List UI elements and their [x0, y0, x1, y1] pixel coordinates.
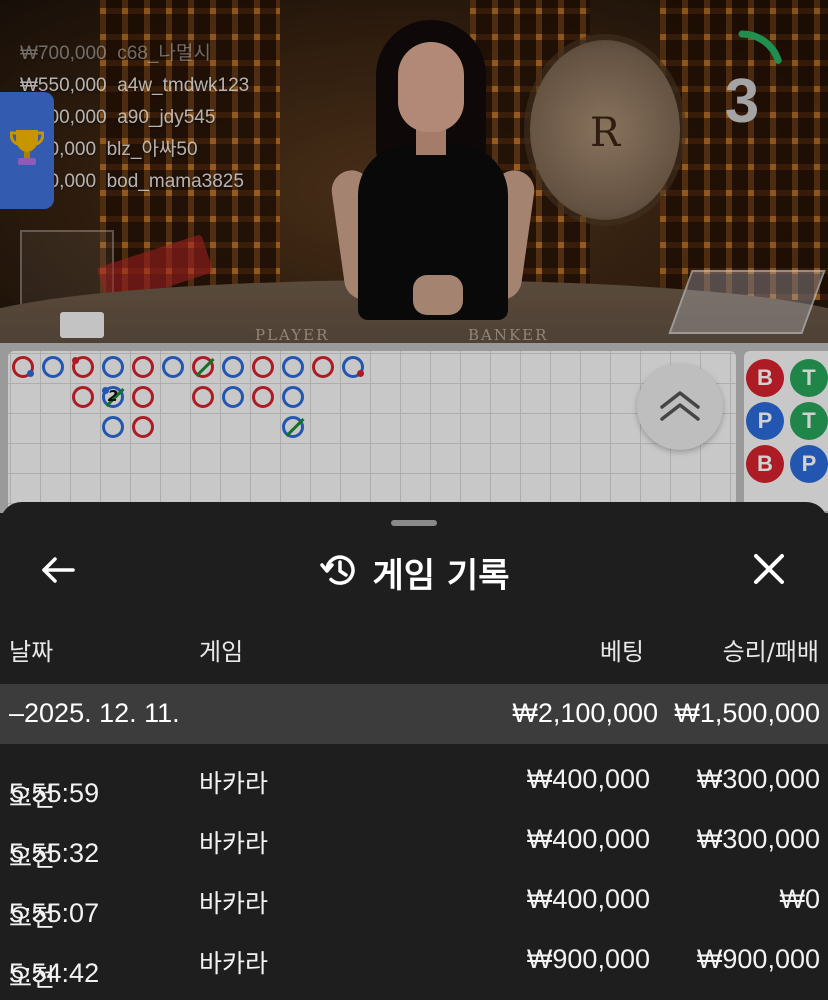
- row-result: ₩300,000: [696, 764, 820, 794]
- bead-chip: T: [790, 359, 828, 397]
- game-history-sheet: 게임 기록 날짜 게임 베팅 승리/패배 –2025. 12. 11. ₩2,1…: [0, 502, 828, 1000]
- banker-marker: [252, 386, 274, 408]
- history-row[interactable]: 오전 5:54:42 바카라 ₩900,000 ₩900,000: [0, 930, 828, 992]
- close-button[interactable]: [746, 548, 792, 594]
- leaderboard-button[interactable]: [0, 92, 54, 209]
- winner-entry: ₩550,000 a4w_tmdwk123: [20, 75, 250, 96]
- roadmap-expand-button[interactable]: [637, 364, 723, 450]
- banker-marker: [132, 356, 154, 378]
- winners-list: ₩700,000 c68_나멀시 ₩550,000 a4w_tmdwk123 ₩…: [20, 38, 249, 198]
- row-game: 바카라: [199, 829, 269, 858]
- casino-emblem: R: [530, 40, 680, 220]
- bead-chip: P: [746, 402, 784, 440]
- dealer: [328, 20, 548, 320]
- banker-marker: [312, 356, 334, 378]
- column-header-result: 승리/패배: [722, 638, 819, 666]
- double-chevron-up-icon: [658, 387, 702, 427]
- row-game: 바카라: [199, 949, 269, 978]
- row-game: 바카라: [199, 769, 269, 798]
- winner-entry: ₩70,000 blz_아싸50: [20, 139, 198, 160]
- player-marker: [222, 386, 244, 408]
- row-game: 바카라: [199, 889, 269, 918]
- row-result: ₩0: [779, 884, 821, 914]
- bead-chip: P: [790, 445, 828, 483]
- row-bet: ₩900,000: [526, 944, 650, 974]
- history-row[interactable]: 오전 5:55:07 바카라 ₩400,000 ₩0: [0, 870, 828, 932]
- countdown-number: 3: [724, 67, 760, 136]
- column-header-game: 게임: [199, 638, 244, 666]
- player-marker: [222, 356, 244, 378]
- countdown-timer: 3: [700, 30, 784, 136]
- close-icon: [752, 552, 786, 590]
- banker-tie-marker: [192, 356, 215, 378]
- row-bet: ₩400,000: [526, 764, 650, 794]
- group-bet-total: ₩2,100,000: [512, 698, 658, 728]
- banker-marker: [252, 356, 274, 378]
- banker-marker: [12, 356, 34, 378]
- bead-chip: B: [746, 445, 784, 483]
- player-tie-marker: [282, 416, 305, 438]
- player-tie-marker: 2: [102, 386, 125, 408]
- history-row[interactable]: 오전 5:55:32 바카라 ₩400,000 ₩300,000: [0, 810, 828, 872]
- group-date: –2025. 12. 11.: [9, 698, 180, 728]
- row-bet: ₩400,000: [526, 884, 650, 914]
- player-marker: [162, 356, 184, 378]
- bead-chip: B: [746, 359, 784, 397]
- player-marker: [282, 386, 304, 408]
- player-marker: [282, 356, 304, 378]
- column-header-date: 날짜: [9, 638, 54, 666]
- player-marker: [342, 356, 364, 378]
- banker-marker: [192, 386, 214, 408]
- winner-entry: ₩300,000 a90_jdy545: [20, 107, 216, 128]
- bead-chip: T: [790, 402, 828, 440]
- date-group-row[interactable]: –2025. 12. 11. ₩2,100,000 ₩1,500,000: [0, 684, 828, 744]
- sheet-drag-handle[interactable]: [391, 520, 437, 526]
- player-marker: [102, 416, 124, 438]
- banker-marker: [132, 416, 154, 438]
- trophy-icon: [9, 127, 45, 175]
- card-shoe: [668, 270, 826, 334]
- history-icon: [319, 550, 359, 594]
- sheet-title: 게임 기록: [0, 542, 828, 602]
- bead-road-panel: B T P T B P: [744, 351, 828, 511]
- live-video-stream: R PLAYER BANKER 3 ₩700,000 c68_나멀시 ₩550,…: [0, 0, 828, 343]
- page-title: 게임 기록: [372, 555, 510, 596]
- player-marker: [102, 356, 124, 378]
- banker-marker: [132, 386, 154, 408]
- group-result-total: ₩1,500,000: [674, 698, 820, 728]
- felt-label-player: PLAYER: [255, 326, 330, 343]
- row-result: ₩300,000: [696, 824, 820, 854]
- big-road-grid: 2: [8, 351, 736, 511]
- banker-marker: [72, 356, 94, 378]
- row-bet: ₩400,000: [526, 824, 650, 854]
- felt-label-banker: BANKER: [468, 326, 549, 343]
- banker-marker: [72, 386, 94, 408]
- history-row[interactable]: 오전 5:55:59 바카라 ₩400,000 ₩300,000: [0, 750, 828, 812]
- winner-entry: ₩700,000 c68_나멀시: [20, 43, 211, 64]
- player-marker: [42, 356, 64, 378]
- column-header-bet: 베팅: [599, 638, 644, 666]
- winner-entry: ₩30,000 bod_mama3825: [20, 171, 244, 192]
- card-stack: [60, 312, 104, 338]
- row-result: ₩900,000: [696, 944, 820, 974]
